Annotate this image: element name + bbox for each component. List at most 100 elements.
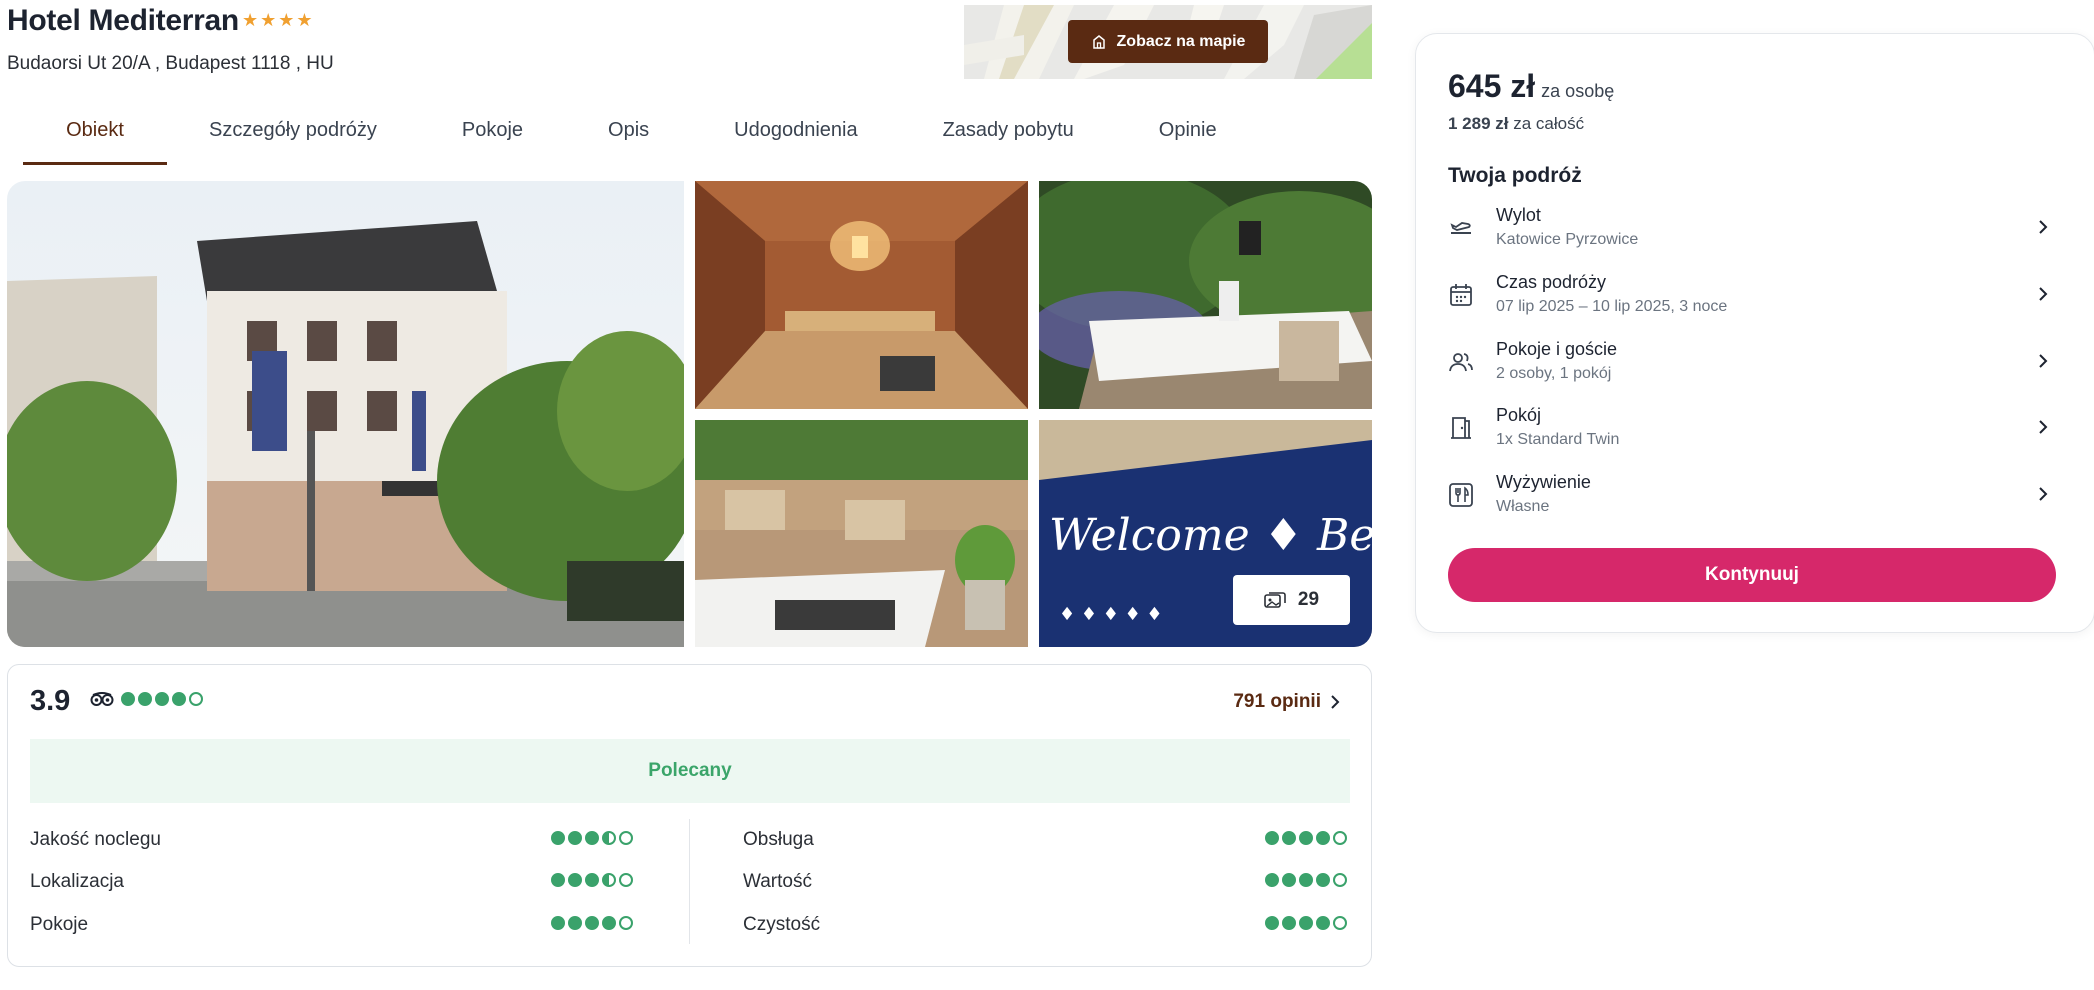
trip-item-departure[interactable]: Wylot Katowice Pyrzowice: [1448, 205, 2053, 265]
ratings-card: 3.9 791 opinii Polecany Jakość noclegu L…: [7, 664, 1372, 967]
recommendation-banner: Polecany: [30, 739, 1350, 803]
category-dots: [1265, 873, 1347, 887]
trip-item-label: Czas podróży: [1496, 272, 1607, 292]
price-total: 1 289 zł za całość: [1448, 114, 1584, 134]
show-map-label: Zobacz na mapie: [1116, 32, 1246, 50]
trip-item-label: Pokoje i goście: [1496, 339, 1618, 359]
hotel-photo-terrace[interactable]: [1039, 181, 1372, 409]
star-icon: ★: [242, 10, 259, 30]
rating-dot: [1265, 873, 1279, 887]
hotel-photo-garden[interactable]: [695, 420, 1028, 647]
reviews-link[interactable]: 791 opinii: [1233, 691, 1341, 713]
chevron-right-icon: [2039, 487, 2048, 501]
rating-dot: [619, 873, 633, 887]
rating-dot: [551, 916, 565, 930]
rating-score: 3.9: [30, 685, 71, 717]
tab-trip-details[interactable]: Szczegóły podróży: [209, 110, 377, 165]
category-dots: [551, 831, 633, 845]
chevron-right-icon: [2039, 420, 2048, 434]
rating-dot: [1299, 831, 1313, 845]
rating-dot: [172, 692, 186, 706]
category-dots: [551, 916, 633, 930]
category-label: Pokoje: [30, 914, 89, 935]
rating-dot: [1316, 916, 1330, 930]
rating-dot: [1282, 831, 1296, 845]
cutlery-icon: [1449, 483, 1473, 507]
star-icon: ★: [260, 10, 277, 30]
rating-dot: [1333, 873, 1347, 887]
rating-dot: [1265, 831, 1279, 845]
rating-dot: [1282, 916, 1296, 930]
door-icon: [1451, 417, 1471, 439]
map-marker-icon: [1092, 34, 1105, 49]
rating-dot: [1299, 873, 1313, 887]
rating-dot: [585, 916, 599, 930]
category-label: Czystość: [743, 914, 821, 935]
rating-dot: [568, 916, 582, 930]
show-map-button[interactable]: Zobacz na mapie: [1068, 20, 1268, 63]
hotel-name: Hotel Mediterran: [7, 4, 239, 37]
star-icon: ★: [296, 10, 313, 30]
guests-icon: [1449, 353, 1473, 372]
rating-dot: [585, 873, 599, 887]
trip-item-room[interactable]: Pokój 1x Standard Twin: [1448, 405, 2053, 465]
chevron-right-icon: [2039, 354, 2048, 368]
category-label: Jakość noclegu: [30, 829, 161, 850]
category-label: Obsługa: [743, 829, 814, 850]
rating-dot: [189, 692, 203, 706]
rating-dot: [1316, 873, 1330, 887]
rating-dot: [568, 831, 582, 845]
gallery-icon: [1264, 592, 1286, 608]
ratings-divider: [689, 819, 690, 944]
chevron-right-icon: [2039, 287, 2048, 301]
rating-dot: [1282, 873, 1296, 887]
continue-button[interactable]: Kontynuuj: [1448, 548, 2056, 602]
hotel-tabs: Obiekt Szczegóły podróży Pokoje Opis Udo…: [23, 110, 1217, 165]
category-label: Wartość: [743, 871, 812, 892]
category-dots: [551, 873, 633, 887]
rating-dot: [1265, 916, 1279, 930]
hotel-stars: ★ ★ ★ ★: [242, 10, 313, 30]
trip-item-value: 1x Standard Twin: [1496, 431, 1620, 448]
hotel-photo-main[interactable]: [7, 181, 684, 647]
trip-item-dates[interactable]: Czas podróży 07 lip 2025 – 10 lip 2025, …: [1448, 272, 2053, 332]
rating-dot: [121, 692, 135, 706]
reviews-count: 791 opinii: [1233, 691, 1321, 712]
total-unit: za całość: [1513, 114, 1585, 133]
tab-obiekt[interactable]: Obiekt: [23, 110, 167, 165]
rating-dot: [619, 831, 633, 845]
tab-amenities[interactable]: Udogodnienia: [734, 110, 857, 165]
gallery-count-button[interactable]: 29: [1233, 575, 1350, 625]
trip-title: Twoja podróż: [1448, 164, 1582, 187]
category-dots: [1265, 831, 1347, 845]
rating-dot: [551, 873, 565, 887]
trip-item-label: Wylot: [1496, 205, 1541, 225]
rating-dot: [568, 873, 582, 887]
trip-item-label: Wyżywienie: [1496, 472, 1591, 492]
rating-dot: [619, 916, 633, 930]
trip-item-label: Pokój: [1496, 405, 1542, 425]
trip-item-guests[interactable]: Pokoje i goście 2 osoby, 1 pokój: [1448, 339, 2053, 399]
rating-dot: [585, 831, 599, 845]
category-label: Lokalizacja: [30, 871, 124, 892]
rating-dot: [1299, 916, 1313, 930]
rating-dot: [155, 692, 169, 706]
booking-sidebar: 645 zł za osobę 1 289 zł za całość Twoja…: [1415, 33, 2094, 633]
rating-dot: [1316, 831, 1330, 845]
trip-item-meals[interactable]: Wyżywienie Własne: [1448, 472, 2053, 532]
hotel-photo-sauna[interactable]: [695, 181, 1028, 409]
rating-dot: [602, 916, 616, 930]
trip-item-value: Własne: [1496, 498, 1550, 515]
rating-dot: [1333, 831, 1347, 845]
tab-description[interactable]: Opis: [608, 110, 649, 165]
svg-text:Welcome ♦ Benvenuto: Welcome ♦ Benvenuto: [1049, 510, 1372, 561]
trip-item-value: 2 osoby, 1 pokój: [1496, 365, 1612, 382]
price-per-person: 645 zł za osobę: [1448, 68, 1614, 105]
svg-text:♦ ♦ ♦ ♦ ♦: ♦ ♦ ♦ ♦ ♦: [1059, 604, 1163, 625]
trip-item-value: Katowice Pyrzowice: [1496, 231, 1639, 248]
category-dots: [1265, 916, 1347, 930]
tab-rooms[interactable]: Pokoje: [462, 110, 523, 165]
tripadvisor-rating: [90, 692, 203, 706]
tab-reviews[interactable]: Opinie: [1159, 110, 1217, 165]
tab-rules[interactable]: Zasady pobytu: [943, 110, 1074, 165]
